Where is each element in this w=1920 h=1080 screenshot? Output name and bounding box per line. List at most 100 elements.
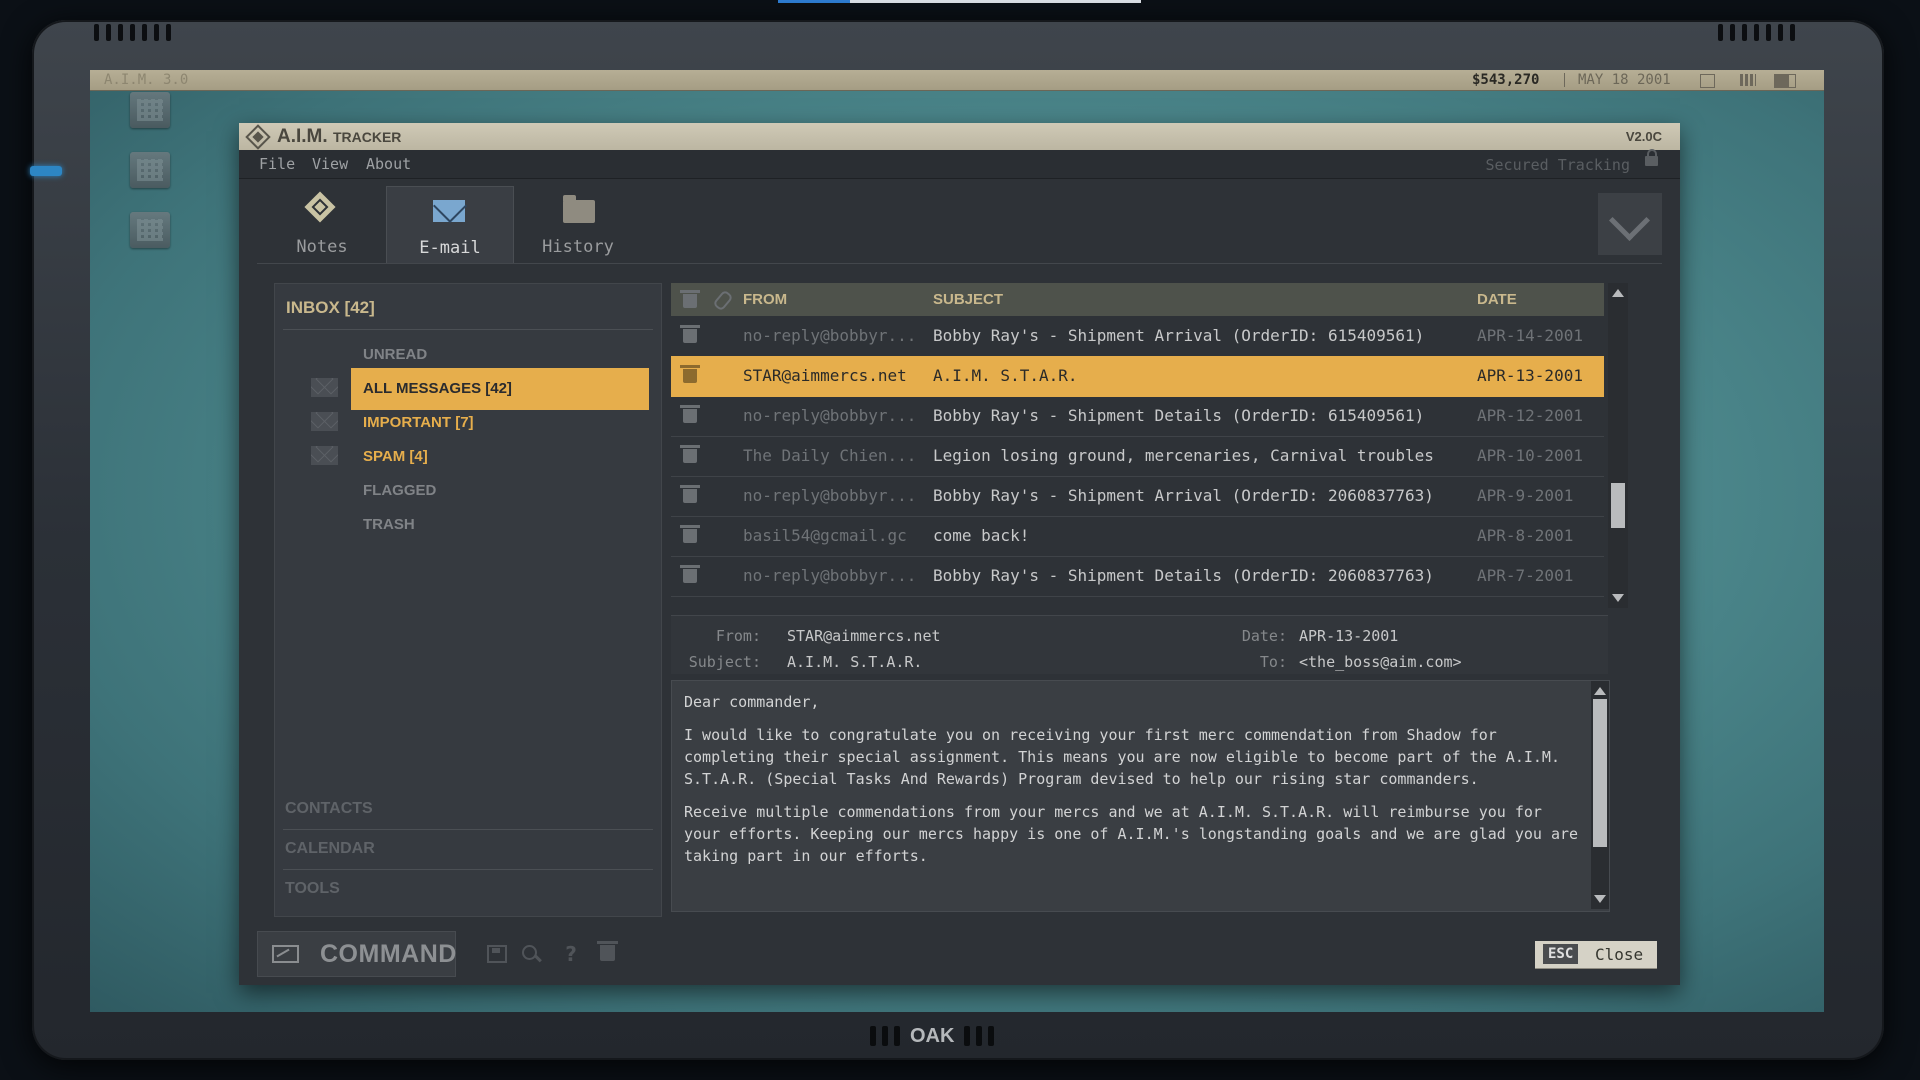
envelope-icon	[311, 378, 338, 397]
subject-label: Subject:	[688, 653, 761, 671]
collapse-chevron-button[interactable]	[1598, 193, 1662, 255]
nav-tools[interactable]: TOOLS	[285, 880, 340, 898]
table-row-selected[interactable]: STAR@aimmercs.net A.I.M. S.T.A.R. APR-13…	[671, 356, 1604, 397]
row-from: no-reply@bobbyr...	[743, 566, 917, 585]
table-row[interactable]: no-reply@bobbyr... Bobby Ray's - Shipmen…	[671, 476, 1604, 517]
row-subject: come back!	[933, 526, 1030, 545]
scroll-down-arrow[interactable]	[1612, 594, 1624, 602]
os-title: A.I.M. 3.0	[104, 72, 189, 88]
tab-notes[interactable]: Notes	[259, 186, 385, 264]
date-label: Date:	[1241, 627, 1287, 645]
row-date: APR-9-2001	[1477, 486, 1574, 505]
tabs-divider	[257, 263, 1662, 264]
scroll-thumb[interactable]	[1593, 699, 1607, 847]
scroll-up-arrow[interactable]	[1612, 289, 1624, 297]
menu-about[interactable]: About	[366, 155, 411, 173]
calendar-icon[interactable]	[1700, 74, 1715, 88]
inbox-title: INBOX [42]	[286, 298, 375, 317]
delete-message-icon[interactable]	[680, 325, 700, 343]
os-status-bar: A.I.M. 3.0 $543,270 MAY 18 2001	[90, 70, 1824, 90]
save-icon[interactable]	[487, 945, 507, 963]
search-icon[interactable]	[522, 945, 542, 963]
tab-email-label: E-mail	[419, 238, 481, 258]
funds-display: $543,270	[1472, 72, 1540, 88]
row-date: APR-8-2001	[1477, 526, 1574, 545]
window-titlebar[interactable]: A.I.M. TRACKER V2.0C	[239, 123, 1680, 150]
message-list: FROM SUBJECT DATE no-reply@bobbyr... Bob…	[671, 283, 1608, 608]
close-label: Close	[1595, 945, 1644, 964]
row-subject: Legion losing ground, mercenaries, Carni…	[933, 446, 1434, 465]
tab-history[interactable]: History	[515, 186, 641, 264]
message-body-scrollbar[interactable]	[1591, 681, 1609, 909]
nav-contacts[interactable]: CONTACTS	[285, 800, 373, 818]
from-value: STAR@aimmercs.net	[787, 627, 941, 645]
envelope-icon	[311, 446, 338, 465]
delete-message-icon[interactable]	[680, 365, 700, 383]
close-button[interactable]: ESC Close	[1535, 941, 1657, 968]
table-row[interactable]: no-reply@bobbyr... Bobby Ray's - Shipmen…	[671, 316, 1604, 357]
row-from: no-reply@bobbyr...	[743, 326, 917, 345]
folder-icon	[563, 195, 595, 223]
column-subject[interactable]: SUBJECT	[933, 291, 1003, 308]
menu-bar: File View About Secured Tracking	[239, 149, 1680, 179]
aim-logo-icon	[245, 124, 271, 150]
help-icon[interactable]: ?	[561, 944, 581, 964]
divider	[283, 869, 653, 870]
app-version: V2.0C	[1625, 129, 1662, 144]
lock-icon	[1645, 149, 1658, 166]
desktop-calculator-icon[interactable]	[130, 92, 170, 128]
table-row[interactable]: basil54@gcmail.gc come back! APR-8-2001	[671, 516, 1604, 557]
row-date: APR-12-2001	[1477, 406, 1583, 425]
desktop-files-icon[interactable]	[130, 152, 170, 188]
menu-file[interactable]: File	[259, 155, 295, 173]
desktop-screen: A.I.M. 3.0 $543,270 MAY 18 2001 A.I.M. T…	[90, 70, 1824, 1012]
delete-message-icon[interactable]	[680, 405, 700, 423]
signal-icon	[1740, 74, 1756, 86]
column-date[interactable]: DATE	[1477, 291, 1517, 308]
row-date: APR-14-2001	[1477, 326, 1583, 345]
divider	[283, 829, 653, 830]
trash-column-icon	[680, 290, 700, 308]
game-date: MAY 18 2001	[1578, 72, 1671, 88]
notes-icon	[304, 191, 336, 223]
delete-message-icon[interactable]	[680, 445, 700, 463]
row-date: APR-10-2001	[1477, 446, 1583, 465]
nav-calendar[interactable]: CALENDAR	[285, 840, 375, 858]
menu-view[interactable]: View	[312, 155, 348, 173]
subject-value: A.I.M. S.T.A.R.	[787, 653, 923, 671]
mail-icon	[433, 200, 465, 222]
scroll-down-arrow[interactable]	[1594, 895, 1606, 903]
folders-pane: INBOX [42] UNREAD ALL MESSAGES [42] IMPO…	[274, 283, 662, 917]
row-from: The Daily Chien...	[743, 446, 917, 465]
delete-message-icon[interactable]	[680, 525, 700, 543]
desktop-calendar-icon[interactable]	[130, 212, 170, 248]
table-row[interactable]: no-reply@bobbyr... Bobby Ray's - Shipmen…	[671, 556, 1604, 597]
row-subject: A.I.M. S.T.A.R.	[933, 366, 1078, 385]
message-list-scrollbar[interactable]	[1608, 283, 1628, 608]
row-subject: Bobby Ray's - Shipment Details (OrderID:…	[933, 406, 1425, 425]
table-row[interactable]: no-reply@bobbyr... Bobby Ray's - Shipmen…	[671, 396, 1604, 437]
delete-icon[interactable]	[597, 941, 618, 961]
delete-message-icon[interactable]	[680, 485, 700, 503]
envelope-icon	[311, 412, 338, 431]
delete-message-icon[interactable]	[680, 565, 700, 583]
row-from: STAR@aimmercs.net	[743, 366, 907, 385]
tab-history-label: History	[542, 237, 614, 257]
speaker-grille-left	[94, 24, 171, 41]
command-button[interactable]: COMMAND	[257, 931, 456, 977]
message-body[interactable]: Dear commander, I would like to congratu…	[671, 680, 1610, 912]
column-from[interactable]: FROM	[743, 291, 787, 308]
row-from: no-reply@bobbyr...	[743, 486, 917, 505]
folder-trash[interactable]: TRASH	[351, 504, 649, 546]
tab-email[interactable]: E-mail	[386, 186, 514, 264]
esc-key-hint: ESC	[1543, 944, 1579, 964]
window-title: A.I.M. TRACKER	[277, 126, 402, 147]
row-subject: Bobby Ray's - Shipment Arrival (OrderID:…	[933, 326, 1425, 345]
date-value: APR-13-2001	[1299, 627, 1399, 645]
table-row[interactable]: The Daily Chien... Legion losing ground,…	[671, 436, 1604, 477]
scroll-thumb[interactable]	[1611, 483, 1625, 528]
message-body-text: Dear commander, I would like to congratu…	[684, 691, 1579, 878]
top-progress-indicator	[778, 0, 1141, 3]
scroll-up-arrow[interactable]	[1594, 687, 1606, 695]
body-paragraph: I would like to congratulate you on rece…	[684, 726, 1560, 788]
